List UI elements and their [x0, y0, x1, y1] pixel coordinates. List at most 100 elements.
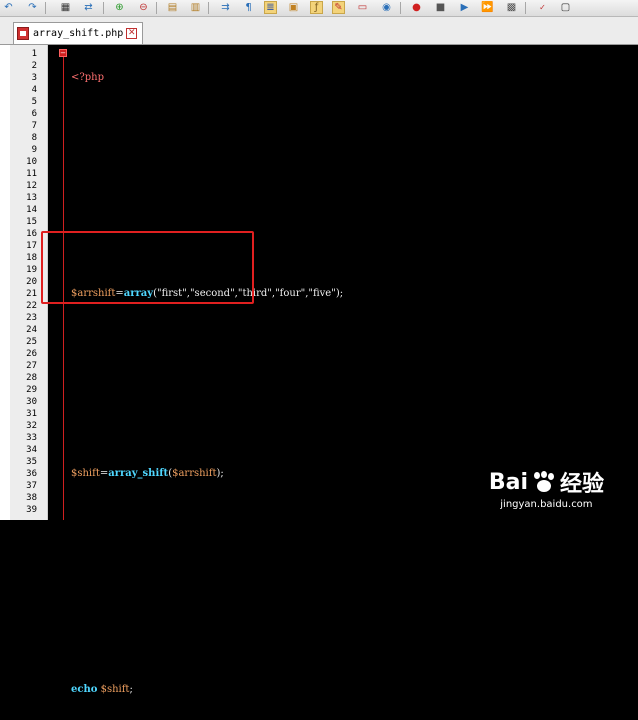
line-number: 2	[31, 61, 37, 71]
sync-v-icon[interactable]: ▤	[166, 1, 179, 14]
paw-icon	[532, 471, 556, 493]
line-number: 38	[26, 493, 37, 503]
watermark-logo: Bai 经验	[489, 466, 604, 498]
line-number: 22	[26, 301, 37, 311]
watermark-logo-text: Bai	[488, 469, 528, 495]
line-number: 33	[26, 433, 37, 443]
operator: =	[99, 468, 109, 479]
replace-icon[interactable]: ⇄	[82, 1, 95, 14]
line-number: 34	[26, 445, 37, 455]
line-number: 9	[31, 145, 37, 155]
tab-label: array_shift.php	[33, 28, 124, 39]
line-number: 37	[26, 481, 37, 491]
eye-icon[interactable]: ◉	[380, 1, 393, 14]
line-number: 1	[31, 49, 37, 59]
variable: $shift	[71, 468, 100, 479]
function-name: array_shift	[108, 468, 169, 479]
toolbar-separator	[208, 2, 209, 14]
code-editor[interactable]: 1 2 3 4 5 6 7 8 9 10 11 12 13 14 15 16 17 18 19 20 21 22 23 24 2…	[0, 45, 638, 695]
play-macro-icon[interactable]: ▶	[458, 1, 471, 14]
semicolon: ;	[129, 684, 133, 695]
monitor-icon[interactable]: ▭	[356, 1, 369, 14]
watermark: Bai 经验 jingyan.baidu.com	[489, 466, 604, 511]
record-macro-icon[interactable]: ●	[410, 1, 423, 14]
line-number: 10	[26, 157, 37, 167]
show-all-chars-icon[interactable]: ¶	[242, 1, 255, 14]
indent-guide-icon[interactable]: ≣	[264, 1, 277, 14]
line-number: 8	[31, 133, 37, 143]
watermark-logo-cn: 经验	[559, 472, 604, 497]
line-number: 17	[26, 241, 37, 251]
line-number: 20	[26, 277, 37, 287]
doc-map-icon[interactable]: ▣	[287, 1, 300, 14]
function-list-icon[interactable]: ƒ	[310, 1, 323, 14]
undo-icon[interactable]: ↶	[2, 1, 15, 14]
line-number: 32	[26, 421, 37, 431]
line-number: 14	[26, 205, 37, 215]
code-line-18: echo $shift;	[71, 684, 343, 696]
toolbar-separator	[103, 2, 104, 14]
php-open-tag: <?php	[71, 72, 104, 83]
terminal-icon[interactable]: ▢	[559, 1, 572, 14]
line-number: 26	[26, 349, 37, 359]
line-number: 27	[26, 361, 37, 371]
wrap-icon[interactable]: ⇉	[219, 1, 232, 14]
line-number: 18	[26, 253, 37, 263]
line-number: 30	[26, 397, 37, 407]
folder-workspace-icon[interactable]: ✎	[332, 1, 345, 14]
line-numbers: 1 2 3 4 5 6 7 8 9 10 11 12 13 14 15 16 17 18 19 20 21 22 23 24 2…	[10, 48, 37, 516]
watermark-url: jingyan.baidu.com	[500, 499, 593, 510]
save-macro-icon[interactable]: ▩	[505, 1, 518, 14]
redo-icon[interactable]: ↷	[26, 1, 39, 14]
fold-toggle-icon[interactable]: −	[59, 49, 67, 57]
line-number: 21	[26, 289, 37, 299]
file-icon	[17, 27, 29, 40]
line-number: 23	[26, 313, 37, 323]
code-line-1: <?php	[71, 72, 343, 84]
zoom-out-icon[interactable]: ⊖	[137, 1, 150, 14]
line-number: 28	[26, 373, 37, 383]
annotation-highlight-box	[41, 231, 254, 304]
line-number: 6	[31, 109, 37, 119]
spellcheck-icon[interactable]: ✓	[536, 1, 549, 14]
line-number: 25	[26, 337, 37, 347]
close-icon[interactable]: ✕	[126, 28, 138, 39]
toolbar: ↶ ↷ ▦ ⇄ ⊕ ⊖ ▤ ▥ ⇉ ¶ ≣ ▣ ƒ ✎ ▭ ◉ ● ■ ▶ ⏩ …	[0, 0, 638, 17]
code-content[interactable]: <?php $arrshift=array("first","second","…	[71, 48, 343, 720]
find-icon[interactable]: ▦	[59, 1, 72, 14]
variable: $arrshift	[172, 468, 217, 479]
line-number: 24	[26, 325, 37, 335]
line-number: 4	[31, 85, 37, 95]
keyword: echo	[71, 684, 98, 695]
line-number: 15	[26, 217, 37, 227]
line-number: 36	[26, 469, 37, 479]
line-number: 29	[26, 385, 37, 395]
run-macro-multiple-icon[interactable]: ⏩	[481, 1, 494, 14]
line-number: 16	[26, 229, 37, 239]
bookmark-margin[interactable]	[0, 45, 10, 520]
line-number: 11	[26, 169, 37, 179]
line-number: 39	[26, 505, 37, 515]
line-number: 3	[31, 73, 37, 83]
tab-array-shift-php[interactable]: array_shift.php ✕	[13, 22, 143, 44]
zoom-in-icon[interactable]: ⊕	[113, 1, 126, 14]
code-line-12: $shift=array_shift($arrshift);	[71, 468, 343, 480]
stop-macro-icon[interactable]: ■	[434, 1, 447, 14]
toolbar-separator	[525, 2, 526, 14]
paren-close: );	[216, 468, 224, 479]
sync-h-icon[interactable]: ▥	[189, 1, 202, 14]
line-number: 19	[26, 265, 37, 275]
toolbar-separator	[400, 2, 401, 14]
line-number: 7	[31, 121, 37, 131]
tab-bar: array_shift.php ✕	[0, 17, 638, 45]
toolbar-separator	[156, 2, 157, 14]
